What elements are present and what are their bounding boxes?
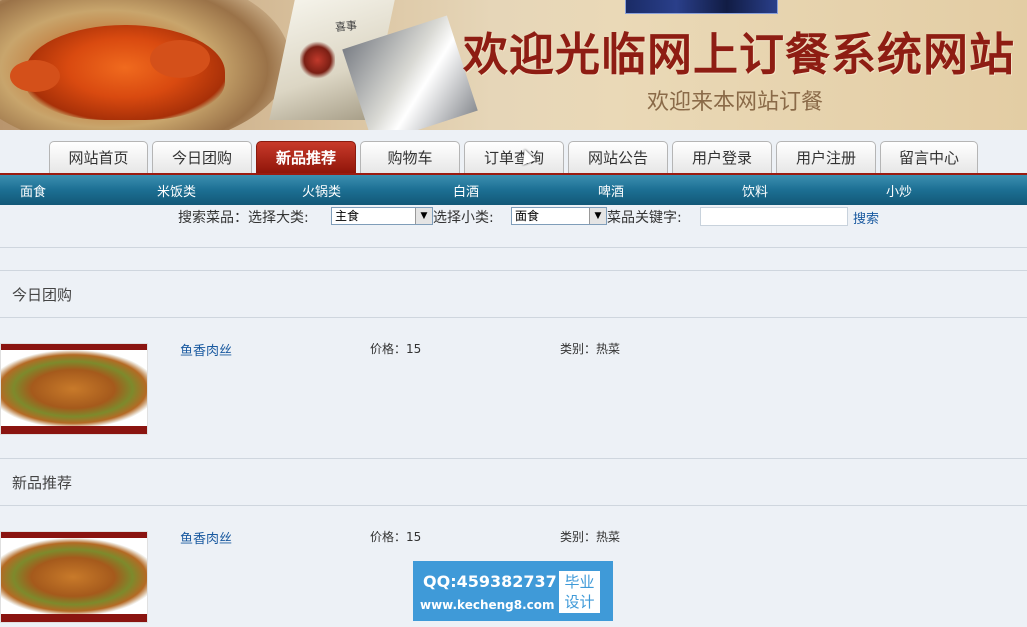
- watermark-logo-line: 设计: [564, 593, 595, 611]
- tab-announcements[interactable]: 网站公告: [568, 141, 668, 174]
- tab-home[interactable]: 网站首页: [49, 141, 148, 174]
- crab-claw-image: [10, 60, 60, 92]
- tab-messages[interactable]: 留言中心: [880, 141, 978, 174]
- section-title-new-products: 新品推荐: [12, 474, 73, 492]
- category-link[interactable]: 白酒: [453, 181, 479, 200]
- site-title: 欢迎光临网上订餐系统网站: [463, 28, 1016, 81]
- dish-price: 价格：15: [370, 530, 422, 544]
- minor-category-value: 面食: [515, 209, 540, 223]
- image-border: [1, 614, 147, 622]
- tab-register[interactable]: 用户注册: [776, 141, 876, 174]
- dish-name-link[interactable]: 鱼香肉丝: [180, 340, 232, 359]
- dish-price: 价格：15: [370, 342, 422, 356]
- dish-category: 类别：热菜: [560, 530, 621, 544]
- category-link[interactable]: 小炒: [886, 181, 912, 200]
- dish-plate-image: [1, 350, 147, 428]
- major-category-value: 主食: [335, 209, 360, 223]
- major-category-select[interactable]: 主食 ▼: [331, 207, 433, 225]
- top-strip-image: [625, 0, 778, 14]
- tab-order-query[interactable]: 订单查询: [464, 141, 564, 174]
- dropdown-arrow-icon[interactable]: ▼: [415, 208, 432, 224]
- category-link[interactable]: 啤酒: [598, 181, 624, 200]
- divider: [0, 247, 1027, 248]
- divider: [0, 270, 1027, 271]
- image-border: [1, 426, 147, 434]
- watermark-logo-line: 毕业: [564, 573, 595, 591]
- card-stamp-text: 喜事: [334, 18, 358, 35]
- tab-new-products[interactable]: 新品推荐: [256, 141, 356, 174]
- watermark-badge: QQ:459382737 www.kecheng8.com 毕业 设计: [413, 561, 613, 621]
- tab-group-buy[interactable]: 今日团购: [152, 141, 252, 174]
- header-banner: 喜事 欢迎光临网上订餐系统网站 欢迎来本网站订餐: [0, 0, 1027, 130]
- crab-claw-image: [150, 40, 210, 78]
- divider: [0, 458, 1027, 459]
- watermark-qq: QQ:459382737: [423, 572, 557, 591]
- watermark-url: www.kecheng8.com: [420, 598, 555, 612]
- category-link[interactable]: 面食: [20, 181, 46, 200]
- dish-category: 类别：热菜: [560, 342, 621, 356]
- search-label: 搜索菜品：选择大类:: [178, 210, 309, 226]
- food-image[interactable]: [0, 343, 148, 435]
- tab-cart[interactable]: 购物车: [360, 141, 460, 174]
- minor-category-label: 选择小类:: [433, 210, 494, 226]
- site-subtitle: 欢迎来本网站订餐: [647, 90, 824, 115]
- watermark-logo: 毕业 设计: [559, 571, 600, 613]
- keyword-input[interactable]: [700, 207, 848, 226]
- divider: [0, 317, 1027, 318]
- search-form: 搜索菜品：选择大类: 主食 ▼ 选择小类: 面食 ▼ 菜品关键字: 搜索: [0, 205, 1027, 229]
- category-link[interactable]: 米饭类: [157, 181, 196, 200]
- dropdown-arrow-icon[interactable]: ▼: [589, 208, 606, 224]
- tab-login[interactable]: 用户登录: [672, 141, 772, 174]
- search-link[interactable]: 搜索: [853, 208, 879, 227]
- food-image[interactable]: [0, 531, 148, 623]
- category-bar: 面食 米饭类 火锅类 白酒 啤酒 饮料 小炒: [0, 175, 1027, 205]
- category-link[interactable]: 火锅类: [302, 181, 341, 200]
- minor-category-select[interactable]: 面食 ▼: [511, 207, 607, 225]
- keyword-label: 菜品关键字:: [607, 210, 682, 226]
- divider: [0, 505, 1027, 506]
- section-title-group-buy: 今日团购: [12, 286, 73, 304]
- dish-plate-image: [1, 538, 147, 616]
- dish-name-link[interactable]: 鱼香肉丝: [180, 528, 232, 547]
- seal-image: [300, 40, 335, 80]
- category-link[interactable]: 饮料: [742, 181, 768, 200]
